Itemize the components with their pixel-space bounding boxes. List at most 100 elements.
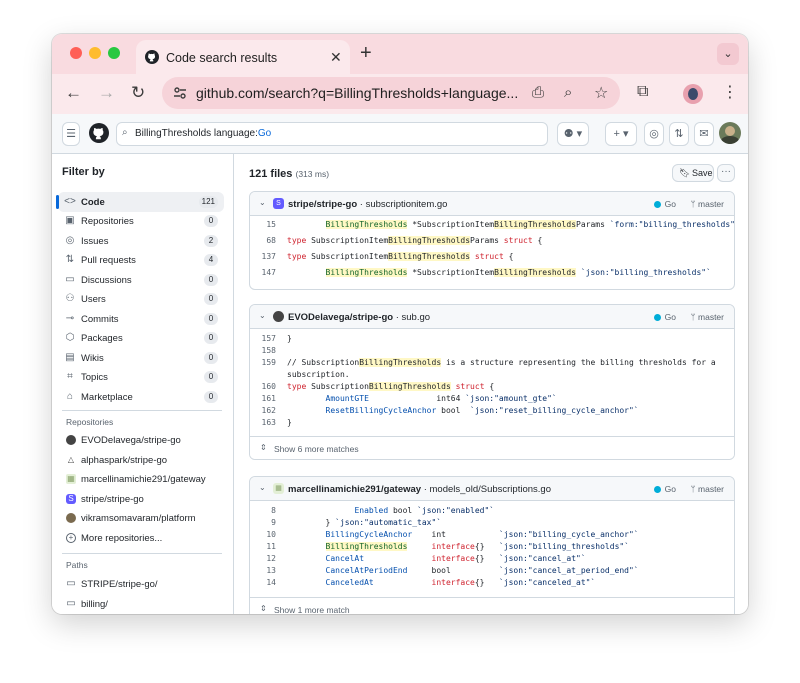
address-bar[interactable]: github.com/search?q=BillingThresholds+la… — [162, 77, 620, 109]
sidebar-item-commits[interactable]: ⊸ Commits 0 — [58, 309, 224, 329]
language-label: Go — [653, 199, 676, 209]
branch-icon: ᛘ — [690, 312, 699, 322]
show-more-label: Show 6 more matches — [274, 444, 359, 454]
sidebar-item-label: Code — [81, 197, 105, 208]
code-text: type SubscriptionBillingThresholds struc… — [287, 382, 495, 391]
discussion-icon: ▭ — [65, 274, 75, 285]
package-icon: ⬡ — [65, 332, 75, 343]
commit-icon: ⊸ — [65, 313, 75, 324]
copilot-button[interactable]: ⚉ ▾ — [557, 122, 589, 146]
result-repo-link[interactable]: marcellinamichie291/gateway · models_old… — [288, 484, 551, 495]
close-icon[interactable]: ✕ — [330, 49, 342, 66]
repo-name: EVODelavega/stripe-go — [288, 312, 394, 323]
chevron-down-icon[interactable]: ⌄ — [259, 311, 266, 320]
results-time: (313 ms) — [295, 169, 330, 179]
sidebar-item-repositories[interactable]: ▣ Repositories 0 — [58, 211, 224, 231]
result-repo-link[interactable]: EVODelavega/stripe-go · sub.go — [288, 312, 430, 323]
show-more-matches[interactable]: ⇕ Show 1 more match — [250, 597, 734, 614]
line-number: 8 — [271, 506, 276, 515]
minimize-window-button[interactable] — [89, 47, 101, 59]
url-text: github.com/search?q=BillingThresholds+la… — [196, 85, 519, 101]
line-number: 10 — [266, 530, 276, 539]
sidebar-item-label: Marketplace — [81, 392, 133, 403]
count-badge: 4 — [204, 254, 218, 266]
tab-search-icon[interactable]: ⌄ — [717, 43, 739, 65]
path-filter-label: billing/ — [81, 599, 108, 610]
branch-text: master — [698, 484, 724, 494]
result-repo-link[interactable]: stripe/stripe-go · subscriptionitem.go — [288, 199, 447, 210]
count-badge: 0 — [204, 313, 218, 325]
bookmark-icon[interactable]: ☆ — [594, 83, 608, 103]
new-tab-icon[interactable]: + — [360, 42, 372, 65]
create-new-button[interactable]: + ▾ — [605, 122, 637, 146]
code-text: type SubscriptionItemBillingThresholdsPa… — [287, 236, 543, 245]
result-card-header: ⌄ EVODelavega/stripe-go · sub.go Go ᛘ ma… — [250, 305, 734, 329]
sidebar-item-discussions[interactable]: ▭ Discussions 0 — [58, 270, 224, 290]
reload-icon[interactable]: ↻ — [131, 83, 145, 103]
search-input[interactable]: ⌕ BillingThresholds language:Go — [116, 122, 548, 146]
extensions-icon[interactable]: ⧉ — [637, 83, 648, 101]
repo-name: marcellinamichie291/gateway — [288, 484, 422, 495]
sidebar-item-marketplace[interactable]: ⌂ Marketplace 0 — [58, 387, 224, 407]
sidebar-item-issues[interactable]: ◎ Issues 2 — [58, 231, 224, 251]
code-text: Enabled bool `json:"enabled"` — [354, 506, 495, 515]
language-text: Go — [664, 484, 676, 494]
repo-name: stripe/stripe-go — [288, 199, 358, 210]
issues-icon[interactable]: ◎ — [644, 122, 664, 146]
repo-filter-label: vikramsomavaram/platform — [81, 513, 196, 524]
line-number: 14 — [266, 578, 276, 587]
close-window-button[interactable] — [70, 47, 82, 59]
file-path: · models_old/Subscriptions.go — [421, 484, 551, 495]
chevron-down-icon[interactable]: ⌄ — [259, 198, 266, 207]
count-badge: 121 — [198, 196, 218, 208]
issue-icon: ◎ — [65, 235, 75, 246]
install-icon[interactable]: ⎙ — [532, 84, 544, 101]
sidebar-item-topics[interactable]: ⌗ Topics 0 — [58, 367, 224, 387]
chevron-down-icon[interactable]: ⌄ — [259, 483, 266, 492]
avatar[interactable] — [719, 122, 741, 144]
search-lang-text: Go — [257, 128, 272, 139]
profile-icon[interactable] — [683, 84, 703, 104]
sidebar-item-pull-requests[interactable]: ⇅ Pull requests 4 — [58, 250, 224, 270]
inbox-icon[interactable]: ✉ — [694, 122, 714, 146]
results-count-text: 121 files — [249, 168, 293, 180]
sidebar-item-packages[interactable]: ⬡ Packages 0 — [58, 328, 224, 348]
zoom-icon[interactable]: ⌕ — [564, 84, 572, 101]
language-label: Go — [653, 312, 676, 322]
forward-icon[interactable]: → — [98, 83, 115, 103]
line-number: 158 — [261, 346, 276, 355]
more-options-button[interactable]: ··· — [717, 164, 735, 182]
branch-icon: ᛘ — [690, 199, 699, 209]
back-icon[interactable]: ← — [65, 83, 82, 103]
tab-strip: Code search results ✕ + ⌄ — [52, 34, 748, 74]
gift-icon: ⌂ — [66, 391, 74, 402]
line-number: 163 — [261, 418, 276, 427]
result-card: ⌄ S stripe/stripe-go · subscriptionitem.… — [249, 191, 735, 290]
menu-icon[interactable]: ⋮ — [722, 82, 738, 102]
branch-text: master — [698, 199, 724, 209]
sidebar-item-users[interactable]: ⚇ Users 0 — [58, 289, 224, 309]
site-info-icon[interactable] — [173, 86, 187, 100]
count-badge: 0 — [204, 391, 218, 403]
zoom-window-button[interactable] — [108, 47, 120, 59]
pull-requests-icon[interactable]: ⇅ — [669, 122, 689, 146]
divider — [62, 553, 222, 554]
show-more-label: Show 1 more match — [274, 605, 350, 614]
people-icon: ⚇ — [65, 293, 75, 304]
active-tab[interactable]: Code search results ✕ — [136, 40, 350, 74]
sidebar-item-code[interactable]: <> Code 121 — [56, 192, 224, 212]
github-logo-icon[interactable] — [89, 123, 109, 143]
sidebar-item-label: Packages — [81, 333, 123, 344]
save-button[interactable]: 🔖︎ Save — [672, 164, 714, 182]
line-number: 68 — [266, 236, 276, 245]
line-number: 160 — [261, 382, 276, 391]
sidebar-item-label: Issues — [81, 236, 109, 247]
show-more-matches[interactable]: ⇕ Show 6 more matches — [250, 436, 734, 459]
repos-heading: Repositories — [66, 417, 114, 427]
divider — [62, 410, 222, 411]
book-icon: ▤ — [65, 352, 75, 363]
sidebar-item-wikis[interactable]: ▤ Wikis 0 — [58, 348, 224, 368]
branch-text: master — [698, 312, 724, 322]
bookmark-icon: 🔖︎ — [679, 168, 691, 178]
hamburger-icon[interactable]: ☰ — [62, 122, 80, 146]
